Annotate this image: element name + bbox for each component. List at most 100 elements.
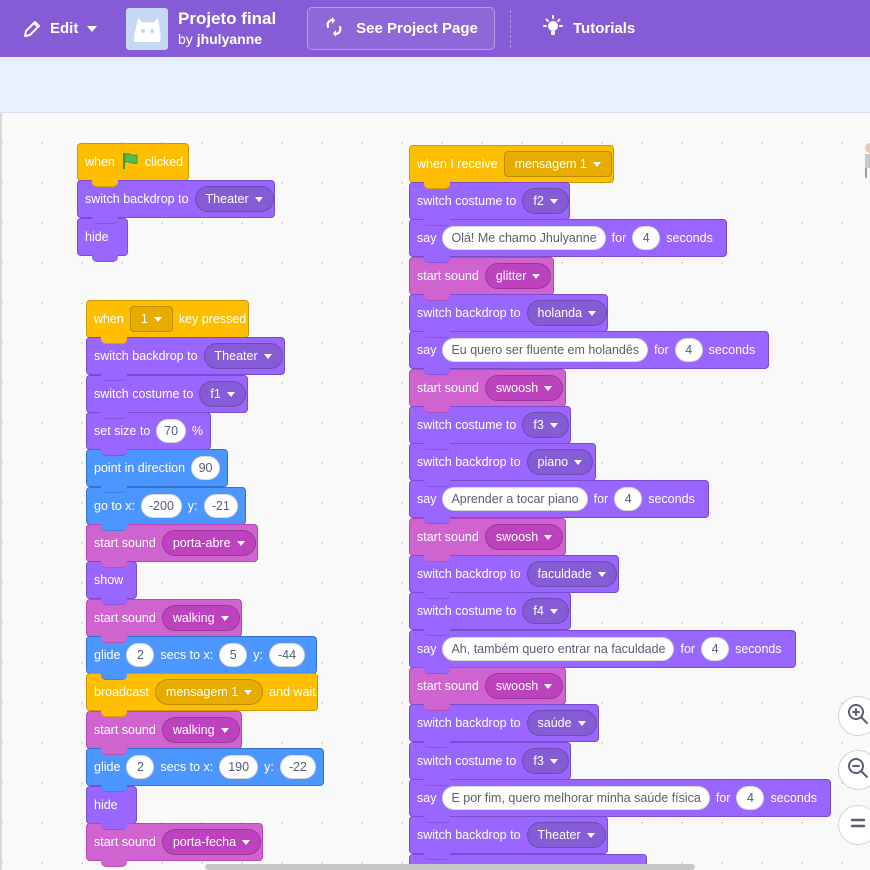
zoom-reset-button[interactable] [838, 805, 870, 845]
backdrop-dropdown[interactable]: Theater [203, 343, 283, 369]
horizontal-scrollbar[interactable] [205, 864, 695, 870]
block-label: switch backdrop to [417, 828, 521, 842]
say-for-secs-block[interactable]: say Olá! Me chamo Jhulyanne for 4 second… [409, 219, 727, 263]
backdrop-dropdown[interactable]: Theater [194, 186, 274, 212]
when-key-pressed-block[interactable]: when 1 key pressed [86, 281, 249, 344]
message-input[interactable]: Eu quero ser fluente em holandês [442, 338, 649, 362]
dropdown-caret-icon [577, 720, 586, 726]
dropdown-caret-icon [574, 459, 583, 465]
message-input[interactable]: E por fim, quero melhorar minha saúde fí… [442, 786, 710, 810]
sound-dropdown[interactable]: swoosh [484, 375, 564, 401]
zoom-in-button[interactable] [838, 696, 870, 736]
x-input[interactable]: 190 [219, 755, 259, 779]
zoom-reset-icon [846, 811, 870, 840]
block-label: y: [264, 760, 274, 774]
say-for-secs-block[interactable]: say Ah, também quero entrar na faculdade… [409, 630, 796, 674]
message-input[interactable]: Aprender a tocar piano [442, 487, 588, 511]
say-for-secs-block[interactable]: say E por fim, quero melhorar minha saúd… [409, 779, 831, 823]
block-label: y: [253, 648, 263, 662]
tutorials-button[interactable]: Tutorials [541, 0, 635, 57]
dropdown-caret-icon [242, 839, 251, 845]
block-label: for [715, 791, 731, 805]
when-flag-clicked-block[interactable]: when clicked [77, 124, 189, 187]
dropdown-caret-icon [263, 353, 272, 359]
see-project-page-label: See Project Page [356, 20, 478, 37]
secs-input[interactable]: 4 [614, 487, 643, 511]
sound-dropdown[interactable]: glitter [484, 263, 552, 289]
author-prefix: by [178, 31, 193, 47]
block-label: switch backdrop to [85, 192, 189, 206]
block-label: seconds [666, 231, 713, 245]
direction-input[interactable]: 90 [191, 456, 220, 480]
secs-input[interactable]: 4 [701, 637, 730, 661]
block-label: clicked [144, 155, 184, 169]
message-dropdown[interactable]: mensagem 1 [154, 679, 264, 705]
backdrop-dropdown[interactable]: saúde [526, 710, 597, 736]
dropdown-caret-icon [586, 832, 595, 838]
secs-input[interactable]: 2 [126, 755, 155, 779]
block-label: start sound [94, 835, 156, 849]
block-label: y: [187, 499, 198, 513]
backdrop-dropdown[interactable]: piano [526, 449, 594, 475]
y-input[interactable]: -44 [268, 643, 306, 667]
zoom-out-button[interactable] [838, 750, 870, 790]
author-name[interactable]: jhulyanne [197, 31, 262, 47]
edit-menu[interactable]: Edit [22, 0, 98, 57]
backdrop-dropdown[interactable]: holanda [526, 300, 608, 326]
dropdown-caret-icon [254, 196, 263, 202]
secs-input[interactable]: 2 [126, 643, 155, 667]
dropdown-value: holanda [537, 306, 583, 320]
dropdown-value: f3 [533, 754, 544, 768]
secs-input[interactable]: 4 [736, 786, 765, 810]
dropdown-caret-icon [220, 615, 229, 621]
x-input[interactable]: 5 [219, 643, 248, 667]
message-input[interactable]: Olá! Me chamo Jhulyanne [442, 226, 606, 250]
when-i-receive-block[interactable]: when I receive mensagem 1 [409, 126, 614, 189]
backdrop-dropdown[interactable]: faculdade [526, 561, 617, 587]
backdrop-dropdown[interactable]: Theater [526, 822, 606, 848]
block-label: for [593, 492, 609, 506]
dropdown-caret-icon [549, 758, 558, 764]
block-label: secs to x: [160, 648, 214, 662]
project-thumbnail[interactable] [126, 8, 168, 50]
project-title[interactable]: Projeto final [178, 9, 276, 29]
costume-dropdown[interactable]: f3 [522, 412, 569, 438]
pencil-icon [22, 19, 42, 39]
sound-dropdown[interactable]: walking [161, 605, 240, 631]
block-label: switch costume to [94, 387, 194, 401]
block-label: switch backdrop to [417, 716, 521, 730]
size-input[interactable]: 70 [156, 419, 186, 443]
y-input[interactable]: -21 [203, 494, 238, 518]
say-for-secs-block[interactable]: say Eu quero ser fluente em holandês for… [409, 331, 769, 375]
y-input[interactable]: -22 [279, 755, 316, 779]
message-dropdown[interactable]: mensagem 1 [503, 151, 612, 177]
dropdown-caret-icon [226, 391, 235, 397]
block-label: for [611, 231, 627, 245]
edit-menu-label: Edit [50, 20, 79, 37]
dropdown-value: f2 [533, 194, 544, 208]
block-label: for [680, 642, 696, 656]
sound-dropdown[interactable]: porta-abre [161, 530, 256, 556]
sound-dropdown[interactable]: porta-fecha [161, 829, 262, 855]
dropdown-value: glitter [495, 269, 527, 283]
block-label: when I receive [417, 157, 498, 171]
x-input[interactable]: -200 [141, 494, 182, 518]
dropdown-value: f1 [210, 387, 221, 401]
see-project-page-button[interactable]: See Project Page [307, 7, 495, 50]
editor-tab-strip [0, 57, 870, 113]
sound-dropdown[interactable]: swoosh [484, 524, 564, 550]
key-dropdown[interactable]: 1 [129, 306, 173, 332]
costume-dropdown[interactable]: f2 [522, 188, 569, 214]
message-input[interactable]: Ah, também quero entrar na faculdade [442, 637, 675, 661]
dropdown-value: porta-fecha [172, 835, 237, 849]
secs-input[interactable]: 4 [674, 338, 703, 362]
costume-dropdown[interactable]: f4 [522, 598, 569, 624]
dropdown-value: porta-abre [172, 536, 231, 550]
sound-dropdown[interactable]: swoosh [484, 673, 564, 699]
secs-input[interactable]: 4 [632, 226, 661, 250]
block-label: % [191, 424, 203, 438]
costume-dropdown[interactable]: f3 [522, 748, 569, 774]
sound-dropdown[interactable]: walking [161, 717, 240, 743]
say-for-secs-block[interactable]: say Aprender a tocar piano for 4 seconds [409, 480, 709, 524]
costume-dropdown[interactable]: f1 [199, 381, 246, 407]
